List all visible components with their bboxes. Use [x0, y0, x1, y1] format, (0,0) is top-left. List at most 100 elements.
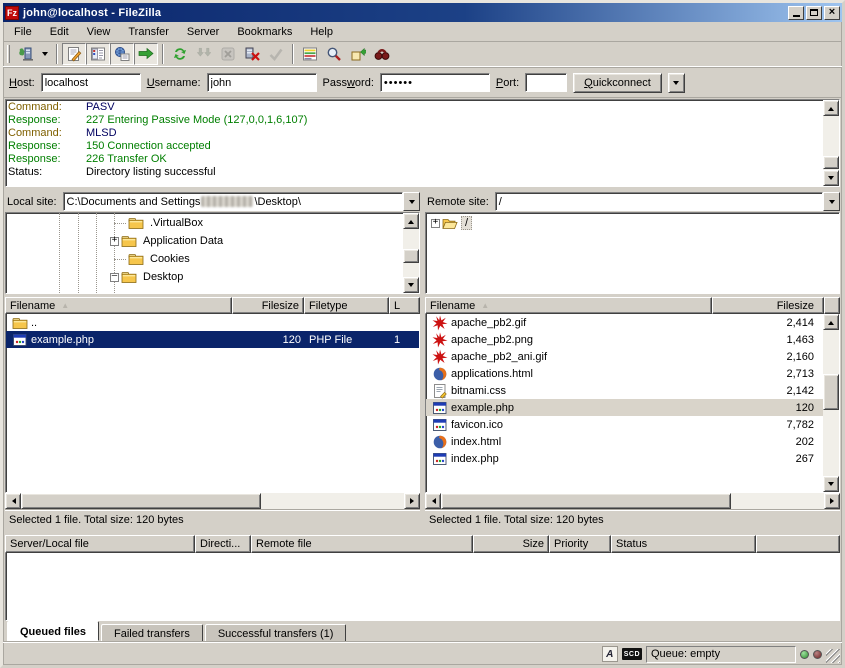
- resize-grip[interactable]: [826, 649, 840, 663]
- username-input[interactable]: [207, 73, 317, 92]
- file-row[interactable]: index.php 267: [426, 450, 823, 467]
- queue-body[interactable]: [5, 553, 840, 621]
- toggle-local-tree-button[interactable]: [86, 43, 110, 65]
- column-header-filetype[interactable]: Filetype: [304, 297, 389, 314]
- scroll-up-button[interactable]: [403, 213, 419, 229]
- tab-failed-transfers[interactable]: Failed transfers: [101, 624, 203, 641]
- column-header-filesize[interactable]: Filesize: [712, 297, 824, 314]
- column-header-filler: [824, 297, 840, 314]
- toolbar-grip[interactable]: [7, 45, 10, 63]
- scroll-left-button[interactable]: [5, 493, 21, 509]
- quickconnect-dropdown-button[interactable]: [668, 73, 685, 93]
- column-header-size[interactable]: Size: [473, 535, 549, 553]
- expand-plus-icon[interactable]: [110, 237, 119, 246]
- quickconnect-button[interactable]: Quickconnect: [573, 73, 662, 93]
- close-button[interactable]: ×: [824, 6, 840, 20]
- scroll-down-button[interactable]: [403, 277, 419, 293]
- filename-filters-button[interactable]: [370, 43, 394, 65]
- column-header-filename[interactable]: Filename▲: [5, 297, 232, 314]
- expand-plus-icon[interactable]: [431, 219, 440, 228]
- menu-edit[interactable]: Edit: [41, 23, 78, 41]
- scroll-thumb[interactable]: [21, 493, 261, 509]
- directory-comparison-button[interactable]: [298, 43, 322, 65]
- file-row[interactable]: apache_pb2_ani.gif 2,160: [426, 348, 823, 365]
- arrow-left-icon: [429, 498, 436, 504]
- process-queue-button[interactable]: [192, 43, 216, 65]
- local-list-header: Filename▲ Filesize Filetype L: [5, 297, 420, 314]
- port-input[interactable]: [525, 73, 567, 92]
- cancel-operation-button[interactable]: [216, 43, 240, 65]
- column-header-last-modified[interactable]: L: [389, 297, 420, 314]
- scroll-right-button[interactable]: [404, 493, 420, 509]
- file-row[interactable]: favicon.ico 7,782: [426, 416, 823, 433]
- scroll-thumb[interactable]: [823, 374, 839, 410]
- local-list-hscrollbar[interactable]: [5, 493, 420, 509]
- disconnect-button[interactable]: [240, 43, 264, 65]
- site-manager-dropdown-button[interactable]: [38, 43, 52, 65]
- file-row[interactable]: applications.html 2,713: [426, 365, 823, 382]
- tree-item[interactable]: Desktop: [6, 268, 403, 286]
- file-row-parent-dir[interactable]: ..: [6, 314, 419, 331]
- find-files-button[interactable]: [322, 43, 346, 65]
- password-input[interactable]: [380, 73, 490, 92]
- menu-server[interactable]: Server: [178, 23, 228, 41]
- remote-path-dropdown-button[interactable]: [823, 192, 840, 211]
- menu-transfer[interactable]: Transfer: [119, 23, 178, 41]
- menu-help[interactable]: Help: [301, 23, 342, 41]
- scroll-thumb[interactable]: [823, 156, 839, 169]
- column-header-status[interactable]: Status: [611, 535, 756, 553]
- refresh-button[interactable]: [168, 43, 192, 65]
- column-header-filesize[interactable]: Filesize: [232, 297, 304, 314]
- column-header-filler: [756, 535, 840, 553]
- toggle-message-log-button[interactable]: [62, 43, 86, 65]
- scroll-thumb[interactable]: [441, 493, 731, 509]
- column-header-direction[interactable]: Directi...: [195, 535, 251, 553]
- maximize-button[interactable]: [806, 6, 822, 20]
- verify-button[interactable]: [264, 43, 288, 65]
- file-row[interactable]: index.html 202: [426, 433, 823, 450]
- local-path-dropdown-button[interactable]: [403, 192, 420, 211]
- log-scrollbar[interactable]: [823, 100, 839, 186]
- remote-list-scrollbar[interactable]: [823, 314, 839, 492]
- host-input[interactable]: [41, 73, 141, 92]
- local-path-field[interactable]: C:\Documents and Settings\Desktop\: [63, 192, 403, 211]
- synchronized-browsing-button[interactable]: [346, 43, 370, 65]
- remote-path-field[interactable]: /: [495, 192, 823, 211]
- file-row-selected[interactable]: example.php 120 PHP File 1: [6, 331, 419, 348]
- column-header-remote-file[interactable]: Remote file: [251, 535, 473, 553]
- file-row[interactable]: bitnami.css 2,142: [426, 382, 823, 399]
- scroll-right-button[interactable]: [824, 493, 840, 509]
- scroll-down-button[interactable]: [823, 170, 839, 186]
- tree-item[interactable]: /: [426, 214, 839, 232]
- scroll-up-button[interactable]: [823, 100, 839, 116]
- tab-successful-transfers[interactable]: Successful transfers (1): [205, 624, 347, 641]
- file-row[interactable]: apache_pb2.png 1,463: [426, 331, 823, 348]
- menu-file[interactable]: File: [5, 23, 41, 41]
- file-row[interactable]: apache_pb2.gif 2,414: [426, 314, 823, 331]
- site-manager-button[interactable]: [14, 43, 38, 65]
- file-row-selected[interactable]: example.php 120: [426, 399, 823, 416]
- column-header-server-local-file[interactable]: Server/Local file: [5, 535, 195, 553]
- title-bar[interactable]: Fz john@localhost - FileZilla ×: [3, 3, 842, 22]
- menu-view[interactable]: View: [78, 23, 120, 41]
- tab-queued-files[interactable]: Queued files: [7, 621, 99, 641]
- synchronized-browsing-icon: [350, 46, 366, 62]
- collapse-minus-icon[interactable]: [110, 273, 119, 282]
- menu-bookmarks[interactable]: Bookmarks: [228, 23, 301, 41]
- remote-list-hscrollbar[interactable]: [425, 493, 840, 509]
- tree-item[interactable]: .VirtualBox: [6, 214, 403, 232]
- tree-item[interactable]: Cookies: [6, 250, 403, 268]
- scroll-down-button[interactable]: [823, 476, 839, 492]
- scroll-up-button[interactable]: [823, 314, 839, 330]
- scroll-thumb[interactable]: [403, 249, 419, 263]
- toggle-transfer-queue-button[interactable]: [134, 43, 158, 65]
- column-header-filename[interactable]: Filename▲: [425, 297, 712, 314]
- minimize-button[interactable]: [788, 6, 804, 20]
- local-tree-scrollbar[interactable]: [403, 213, 419, 293]
- scroll-left-button[interactable]: [425, 493, 441, 509]
- tree-item[interactable]: Application Data: [6, 232, 403, 250]
- column-header-priority[interactable]: Priority: [549, 535, 611, 553]
- toggle-remote-tree-button[interactable]: [110, 43, 134, 65]
- local-site-combo[interactable]: C:\Documents and Settings\Desktop\: [63, 192, 420, 211]
- remote-site-combo[interactable]: /: [495, 192, 840, 211]
